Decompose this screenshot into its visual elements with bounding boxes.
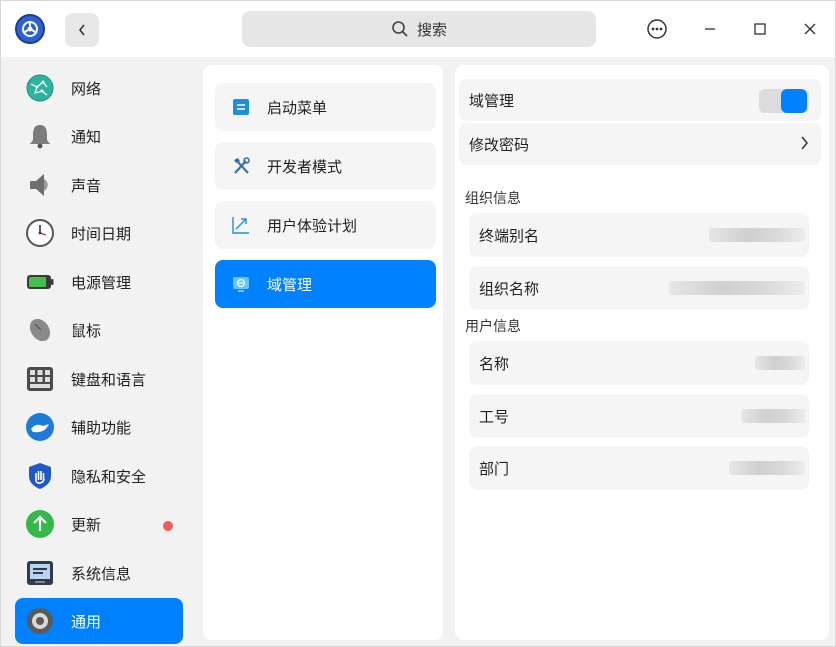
toggle-knob (781, 89, 807, 113)
sidebar-item-label: 辅助功能 (71, 418, 132, 437)
department-value-redacted (729, 461, 805, 475)
sidebar-item-label: 系统信息 (71, 564, 132, 583)
minimize-button[interactable] (698, 17, 722, 41)
update-arrow-icon (26, 510, 54, 538)
control-center-window: 搜索 网络 通知 声音 时间日期 电源管理 鼠标 键盘和语言 辅助功能 隐私和安… (0, 0, 836, 647)
sidebar-item-label: 通用 (71, 612, 102, 631)
sidebar-item-datetime[interactable]: 时间日期 (15, 210, 183, 256)
search-placeholder: 搜索 (416, 20, 447, 39)
sidebar-item-notifications[interactable]: 通知 (15, 113, 183, 159)
detail-card: 域管理 修改密码 组织信息 终端别名 组织名称 用户信息 名称 工号 部门 (455, 65, 829, 640)
chevron-right-icon (801, 136, 808, 150)
sidebar: 网络 通知 声音 时间日期 电源管理 鼠标 键盘和语言 辅助功能 隐私和安全 更… (1, 57, 195, 646)
submenu-item-label: 用户体验计划 (267, 216, 358, 235)
sidebar-item-label: 网络 (71, 79, 102, 98)
org-name-value-redacted (669, 281, 805, 295)
sidebar-item-label: 键盘和语言 (71, 370, 147, 389)
change-password-label: 修改密码 (469, 135, 530, 154)
submenu-item-boot-menu[interactable]: 启动菜单 (215, 83, 436, 131)
user-experience-icon (232, 217, 249, 234)
org-name-row: 组织名称 (469, 266, 809, 310)
terminal-alias-row: 终端别名 (469, 213, 809, 257)
sidebar-item-accessibility[interactable]: 辅助功能 (15, 404, 183, 450)
sidebar-item-mouse[interactable]: 鼠标 (15, 307, 183, 353)
search-input[interactable]: 搜索 (242, 11, 596, 47)
submenu-item-developer-mode[interactable]: 开发者模式 (215, 142, 436, 190)
user-info-section-title: 用户信息 (465, 319, 521, 335)
submenu-item-domain-management[interactable]: 域管理 (215, 260, 436, 308)
chevron-left-icon (78, 24, 85, 36)
gear-icon (27, 608, 53, 634)
mouse-icon (29, 318, 51, 342)
maximize-icon (754, 23, 766, 35)
sidebar-item-label: 时间日期 (71, 224, 132, 243)
employee-id-row: 工号 (469, 394, 809, 438)
sidebar-item-label: 电源管理 (71, 273, 132, 292)
org-name-label: 组织名称 (479, 279, 540, 298)
submenu-item-user-experience[interactable]: 用户体验计划 (215, 201, 436, 249)
name-label: 名称 (479, 354, 510, 373)
department-row: 部门 (469, 446, 809, 490)
terminal-alias-value-redacted (709, 228, 805, 242)
accessibility-hand-icon (26, 413, 54, 441)
sidebar-item-keyboard[interactable]: 键盘和语言 (15, 356, 183, 402)
name-row: 名称 (469, 341, 809, 385)
back-button[interactable] (65, 13, 99, 47)
department-label: 部门 (479, 459, 510, 478)
employee-id-value-redacted (741, 409, 805, 423)
update-badge (163, 521, 173, 531)
sidebar-item-privacy[interactable]: 隐私和安全 (15, 453, 183, 499)
sidebar-item-label: 鼠标 (71, 321, 102, 340)
domain-management-label: 域管理 (469, 91, 515, 110)
battery-icon (27, 275, 54, 289)
title-bar: 搜索 (1, 1, 835, 57)
terminal-alias-label: 终端别名 (479, 226, 540, 245)
employee-id-label: 工号 (479, 407, 510, 426)
sidebar-item-general[interactable]: 通用 (15, 598, 183, 644)
sidebar-item-label: 更新 (71, 515, 102, 534)
sidebar-item-network[interactable]: 网络 (15, 65, 183, 111)
menu-button[interactable] (645, 17, 669, 41)
close-icon (804, 23, 816, 35)
org-info-section-title: 组织信息 (465, 191, 521, 207)
sidebar-item-sound[interactable]: 声音 (15, 162, 183, 208)
submenu-card: 启动菜单 开发者模式 用户体验计划 域管理 (203, 65, 443, 640)
privacy-shield-icon (29, 463, 51, 489)
name-value-redacted (755, 356, 805, 370)
change-password-row[interactable]: 修改密码 (459, 123, 821, 165)
more-options-icon (647, 19, 667, 39)
boot-menu-icon (233, 99, 249, 115)
bell-icon (30, 125, 50, 149)
sidebar-item-label: 声音 (71, 176, 102, 195)
sidebar-item-update[interactable]: 更新 (15, 501, 183, 547)
minimize-icon (705, 28, 715, 30)
clock-icon (26, 219, 54, 247)
sidebar-item-system-info[interactable]: 系统信息 (15, 550, 183, 596)
close-button[interactable] (798, 17, 822, 41)
submenu-item-label: 启动菜单 (267, 98, 328, 117)
domain-management-toggle[interactable] (759, 89, 809, 113)
control-center-logo-icon[interactable] (15, 14, 45, 44)
submenu-item-label: 开发者模式 (267, 157, 343, 176)
submenu-item-label: 域管理 (267, 275, 313, 294)
network-globe-icon (26, 74, 54, 102)
domain-management-icon (233, 277, 249, 292)
domain-management-toggle-row: 域管理 (459, 79, 821, 121)
keyboard-icon (27, 367, 53, 391)
sidebar-item-label: 隐私和安全 (71, 467, 147, 486)
developer-tools-icon (234, 157, 250, 174)
maximize-button[interactable] (748, 17, 772, 41)
search-icon (392, 21, 408, 37)
detail-panel: 域管理 修改密码 组织信息 终端别名 组织名称 用户信息 名称 工号 部门 (449, 57, 835, 646)
system-info-icon (27, 561, 53, 585)
sidebar-item-label: 通知 (71, 127, 102, 146)
submenu-panel: 启动菜单 开发者模式 用户体验计划 域管理 (195, 57, 449, 646)
speaker-icon (30, 174, 48, 196)
sidebar-item-power[interactable]: 电源管理 (15, 259, 183, 305)
